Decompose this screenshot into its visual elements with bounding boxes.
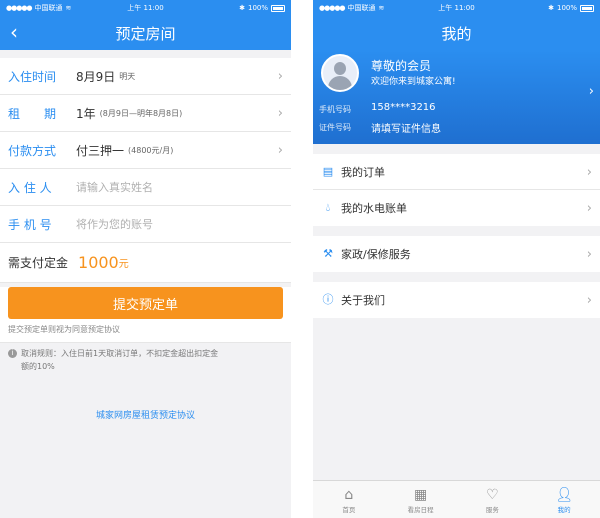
- payment-method-row[interactable]: 付款方式 付三押一 (4800元/月) ›: [0, 132, 291, 169]
- user-icon: 👤︎: [555, 486, 574, 503]
- tab-me[interactable]: 👤︎ 我的: [528, 481, 600, 518]
- row-value: 8月9日: [76, 69, 116, 84]
- service-group: ⚒ 家政/保修服务 ›: [313, 236, 600, 272]
- signal-icon: ●●●●●: [319, 4, 346, 12]
- row-label: 付款方式: [8, 143, 57, 158]
- member-name: 尊敬的会员: [371, 59, 432, 73]
- chevron-right-icon: ›: [586, 293, 592, 308]
- order-icon: ▤: [322, 164, 334, 178]
- status-bar: ●●●●● 中国联通 ≋ 上午 11:00 ✱ 100%: [0, 0, 291, 16]
- battery-icon: [271, 4, 285, 12]
- carrier-label: 中国联通: [347, 4, 376, 12]
- menu-label: 我的水电账单: [341, 202, 407, 215]
- chevron-right-icon: ›: [277, 106, 283, 121]
- reserve-room-screen: ●●●●● 中国联通 ≋ 上午 11:00 ✱ 100% ‹ 预定房间 入住时间 8月…: [0, 0, 291, 518]
- row-label: 租 期: [8, 106, 57, 121]
- chevron-right-icon: ›: [277, 143, 283, 158]
- reservation-form: 入住时间 8月9日 明天 › 租 期 1年 (8月9日—明年8月8日) › 付款…: [0, 58, 291, 243]
- row-subtext: 明天: [119, 71, 136, 81]
- checkin-date-row[interactable]: 入住时间 8月9日 明天 ›: [0, 58, 291, 95]
- tab-label: 看房日程: [407, 505, 434, 514]
- deposit-label: 需支付定金: [8, 256, 69, 270]
- row-value: 付三押一: [76, 143, 125, 158]
- menu-label: 关于我们: [341, 294, 385, 307]
- menu-label: 我的订单: [341, 165, 385, 179]
- about-group: ⓘ 关于我们 ›: [313, 282, 600, 318]
- row-subtext: (4800元/月): [128, 145, 174, 155]
- phone-value: 158****3216: [371, 102, 436, 113]
- header: ●●●●● 中国联通 ≋ 上午 11:00 ✱ 100% 我的: [313, 0, 600, 50]
- row-label: 手 机 号: [8, 217, 52, 232]
- wifi-icon: ≋: [65, 4, 72, 12]
- menu-about-us[interactable]: ⓘ 关于我们 ›: [313, 282, 600, 318]
- deposit-amount: 1000: [78, 253, 119, 272]
- water-drop-icon: 💧︎: [325, 201, 331, 214]
- menu-label: 家政/保修服务: [341, 248, 411, 261]
- row-subtext: (8月9日—明年8月8日): [99, 108, 183, 118]
- info-icon: i: [8, 349, 17, 358]
- chevron-right-icon: ›: [586, 201, 592, 216]
- submit-note: 提交预定单则视为同意预定协议: [8, 325, 120, 334]
- resident-name-row: 入 住 人 请输入真实姓名: [0, 169, 291, 206]
- avatar[interactable]: [321, 54, 359, 92]
- deposit-row: 需支付定金 1000 元: [0, 243, 291, 283]
- service-icon: ♡: [486, 486, 499, 503]
- tab-label: 首页: [342, 505, 356, 514]
- phone-label: 手机号码: [319, 105, 351, 114]
- id-label: 证件号码: [319, 123, 351, 132]
- tab-viewing-schedule[interactable]: ▦ 看房日程: [385, 481, 457, 518]
- phone-row: 手 机 号 将作为您的账号: [0, 206, 291, 243]
- chevron-right-icon: ›: [586, 247, 592, 262]
- calendar-icon: ▦: [414, 486, 428, 503]
- wifi-icon: ≋: [378, 4, 385, 12]
- bluetooth-icon: ✱: [548, 4, 554, 12]
- page-title: 我的: [441, 24, 472, 43]
- id-value: 请填写证件信息: [371, 124, 441, 135]
- menu-my-orders[interactable]: ▤ 我的订单 ›: [313, 154, 600, 190]
- nav-bar: ‹ 预定房间: [0, 16, 291, 50]
- info-icon: ⓘ: [322, 293, 334, 306]
- chevron-right-icon: ›: [277, 69, 283, 84]
- menu-housekeeping[interactable]: ⚒ 家政/保修服务 ›: [313, 236, 600, 272]
- cancel-rule-text: 取消规则：入住日前1天取消订单，不扣定金超出扣定金额的10%: [21, 349, 219, 371]
- tab-service[interactable]: ♡ 服务: [457, 481, 529, 518]
- status-bar: ●●●●● 中国联通 ≋ 上午 11:00 ✱ 100%: [313, 0, 600, 16]
- profile-card[interactable]: 尊敬的会员 欢迎你来到城家公寓! 手机号码 158****3216 证件号码 请…: [313, 50, 600, 144]
- tab-bar: ⌂ 首页 ▦ 看房日程 ♡ 服务 👤︎ 我的: [313, 480, 600, 518]
- signal-icon: ●●●●●: [6, 4, 33, 12]
- bluetooth-icon: ✱: [239, 4, 245, 12]
- battery-percent: 100%: [556, 4, 577, 12]
- header: ●●●●● 中国联通 ≋ 上午 11:00 ✱ 100% ‹ 预定房间: [0, 0, 291, 50]
- name-input[interactable]: 请输入真实姓名: [76, 179, 153, 195]
- nav-bar: 我的: [313, 16, 600, 50]
- row-value: 1年: [76, 106, 96, 121]
- tab-home[interactable]: ⌂ 首页: [313, 481, 385, 518]
- row-label: 入 住 人: [8, 180, 52, 195]
- deposit-unit: 元: [118, 259, 129, 270]
- home-icon: ⌂: [344, 486, 354, 503]
- page-title: 预定房间: [115, 24, 176, 43]
- screen-gap: [291, 0, 313, 518]
- cancel-rule: i 取消规则：入住日前1天取消订单，不扣定金超出扣定金额的10%: [0, 342, 291, 377]
- carrier-label: 中国联通: [34, 4, 63, 12]
- chevron-right-icon: ›: [588, 84, 594, 99]
- agreement-link[interactable]: 城家网房屋租赁预定协议: [0, 408, 291, 421]
- orders-group: ▤ 我的订单 › 💧︎ 我的水电账单 ›: [313, 154, 600, 226]
- my-account-screen: ●●●●● 中国联通 ≋ 上午 11:00 ✱ 100% 我的 尊敬的会员 欢迎你来到…: [313, 0, 600, 518]
- battery-icon: [580, 4, 594, 12]
- tab-label: 服务: [485, 505, 499, 514]
- tab-label: 我的: [557, 505, 571, 514]
- back-arrow-icon[interactable]: ‹: [10, 22, 18, 42]
- battery-percent: 100%: [247, 4, 268, 12]
- row-label: 入住时间: [8, 69, 57, 84]
- broom-icon: ⚒: [323, 247, 333, 260]
- chevron-right-icon: ›: [586, 165, 592, 180]
- phone-input[interactable]: 将作为您的账号: [76, 216, 153, 232]
- lease-term-row[interactable]: 租 期 1年 (8月9日—明年8月8日) ›: [0, 95, 291, 132]
- menu-utility-bill[interactable]: 💧︎ 我的水电账单 ›: [313, 190, 600, 226]
- submit-reservation-button[interactable]: 提交预定单: [8, 287, 283, 319]
- welcome-text: 欢迎你来到城家公寓!: [371, 77, 456, 87]
